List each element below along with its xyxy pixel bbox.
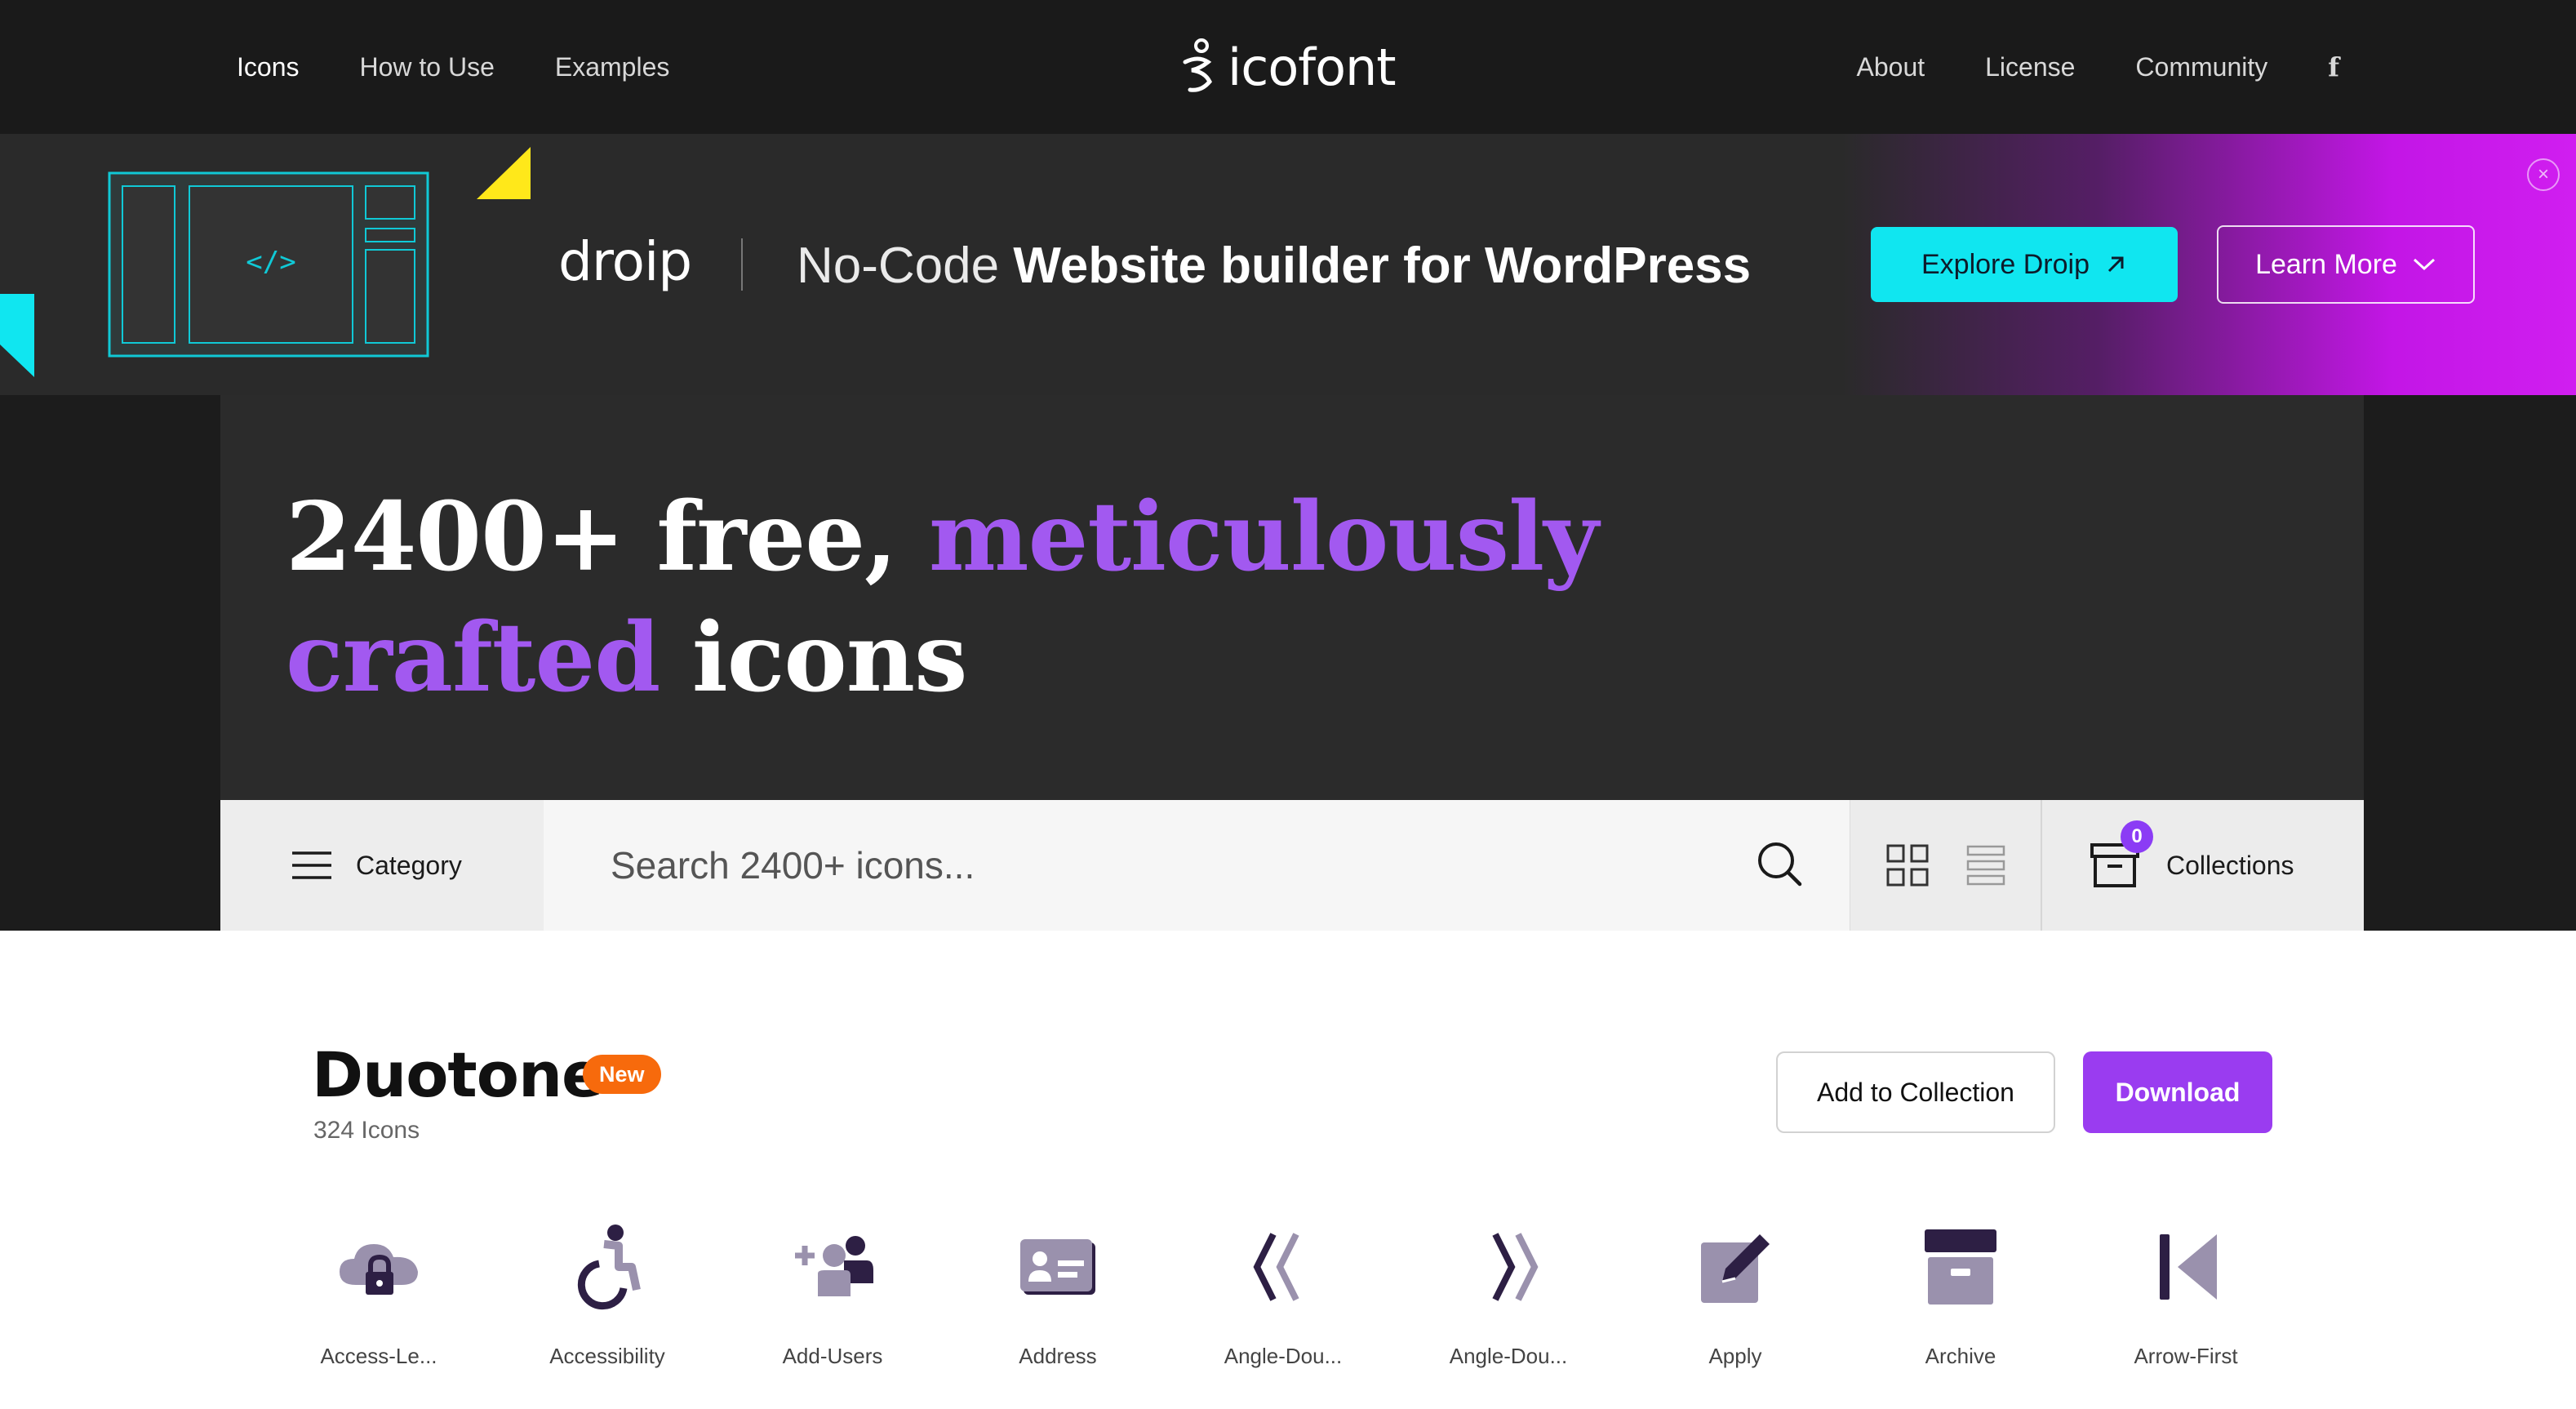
hero-title: 2400+ free, meticulously crafted icons — [286, 477, 1755, 718]
collections-button[interactable]: 0 Collections — [2041, 800, 2364, 931]
arrow-up-right-icon — [2107, 256, 2124, 273]
hamburger-menu-icon — [292, 851, 331, 879]
collections-icon-wrap: 0 — [2090, 820, 2153, 889]
icon-card-angle-double-right[interactable]: Angle-Dou... — [1410, 1221, 1606, 1385]
grid-view-icon[interactable] — [1885, 843, 1930, 887]
logo-text: icofont — [1228, 37, 1397, 97]
icon-label: Archive — [1925, 1344, 1996, 1368]
close-banner-icon[interactable]: × — [2527, 158, 2560, 191]
pack-icon-count: 324 Icons — [313, 1117, 420, 1144]
promo-banner: </> droip No-Code Website builder for Wo… — [0, 134, 2576, 395]
new-badge: New — [583, 1055, 661, 1094]
add-to-collection-button[interactable]: Add to Collection — [1776, 1051, 2055, 1133]
add-users-icon — [795, 1236, 873, 1296]
icon-label: Angle-Dou... — [1449, 1344, 1568, 1368]
icon-label: Address — [1019, 1344, 1097, 1368]
secondary-nav: About License Community f — [1857, 0, 2340, 134]
icon-card-accessibility[interactable]: Accessibility — [509, 1221, 705, 1385]
icon-card-apply[interactable]: Apply — [1637, 1221, 1833, 1385]
nav-community-link[interactable]: Community — [2135, 52, 2267, 82]
explore-droip-label: Explore Droip — [1921, 248, 2090, 280]
icon-card-access-level[interactable]: Access-Le... — [281, 1221, 477, 1385]
list-view-icon[interactable] — [1965, 843, 2006, 887]
hero-title-part-2: icons — [660, 602, 968, 713]
nav-about-link[interactable]: About — [1857, 52, 1925, 82]
icon-card-archive[interactable]: Archive — [1863, 1221, 2059, 1385]
learn-more-button[interactable]: Learn More — [2217, 225, 2475, 304]
cloud-lock-icon — [340, 1244, 418, 1295]
banner-divider — [741, 238, 743, 291]
nav-icons-link[interactable]: Icons — [237, 52, 299, 82]
icon-card-add-users[interactable]: Add-Users — [735, 1221, 930, 1385]
banner-headline-light: No-Code — [797, 238, 1014, 294]
apply-edit-icon — [1701, 1234, 1770, 1303]
learn-more-label: Learn More — [2255, 248, 2397, 280]
search-toolbar: Category 0 Collections — [220, 800, 2364, 931]
view-toggle — [1850, 800, 2041, 931]
icofont-logo-icon — [1183, 38, 1212, 92]
builder-illustration: </> — [0, 147, 531, 377]
pack-title: Duotone — [312, 1038, 604, 1111]
nav-how-to-use-link[interactable]: How to Use — [359, 52, 494, 82]
download-button[interactable]: Download — [2083, 1051, 2272, 1133]
angle-double-left-icon — [1253, 1233, 1299, 1301]
arrow-first-icon — [2160, 1234, 2217, 1300]
archive-icon — [1925, 1229, 1996, 1305]
explore-droip-button[interactable]: Explore Droip — [1871, 227, 2178, 302]
category-button[interactable]: Category — [220, 800, 544, 931]
nav-examples-link[interactable]: Examples — [555, 52, 670, 82]
category-label: Category — [356, 850, 462, 880]
icon-label: Accessibility — [549, 1344, 665, 1368]
facebook-icon[interactable]: f — [2328, 51, 2339, 82]
chevron-down-icon — [2413, 258, 2435, 271]
nav-license-link[interactable]: License — [1985, 52, 2075, 82]
banner-headline-bold: Website builder for WordPress — [1013, 238, 1752, 294]
icon-card-angle-double-left[interactable]: Angle-Dou... — [1185, 1221, 1381, 1385]
search-input[interactable] — [544, 800, 1850, 931]
icon-label: Add-Users — [782, 1344, 883, 1368]
icon-label: Access-Le... — [320, 1344, 437, 1368]
search-icon[interactable] — [1755, 839, 1804, 888]
address-card-icon — [1020, 1239, 1095, 1295]
primary-nav: Icons How to Use Examples — [237, 0, 669, 134]
collections-label: Collections — [2166, 850, 2294, 880]
icon-label: Arrow-First — [2134, 1344, 2238, 1368]
top-navigation: Icons How to Use Examples icofont About … — [0, 0, 2576, 134]
banner-headline: No-Code Website builder for WordPress — [797, 237, 1751, 295]
hero-title-accent-1: meticulously — [928, 482, 1599, 593]
hero-panel: 2400+ free, meticulously crafted icons — [220, 395, 2364, 800]
hero-title-accent-2: crafted — [286, 602, 660, 713]
icon-label: Apply — [1708, 1344, 1762, 1368]
hero-title-part-1: 2400+ free, — [286, 482, 929, 593]
icon-card-arrow-first[interactable]: Arrow-First — [2088, 1221, 2284, 1385]
droip-brand: droip — [558, 230, 692, 293]
code-glyph: </> — [246, 246, 295, 278]
icon-card-address[interactable]: Address — [960, 1221, 1156, 1385]
icon-label: Angle-Dou... — [1224, 1344, 1343, 1368]
collections-count-badge: 0 — [2121, 820, 2153, 853]
angle-double-right-icon — [1492, 1233, 1539, 1301]
icofont-logo[interactable]: icofont — [1180, 34, 1397, 100]
wheelchair-icon — [577, 1225, 641, 1310]
